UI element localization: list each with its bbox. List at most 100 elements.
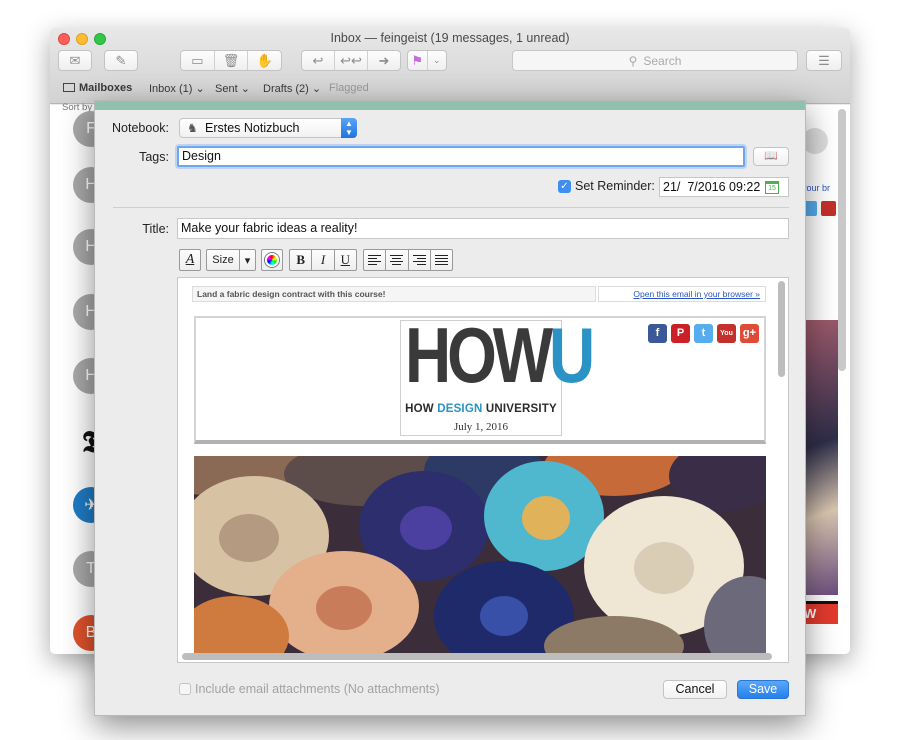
chevron-down-icon: ⌄ bbox=[195, 83, 205, 95]
compose-button[interactable]: ✎ bbox=[104, 50, 138, 71]
favorite-flagged[interactable]: Flagged bbox=[329, 82, 369, 94]
alignment-group bbox=[363, 249, 453, 271]
search-icon: ⚲ bbox=[628, 53, 638, 68]
font-icon: A bbox=[185, 252, 195, 267]
favorite-inbox-label: Inbox (1) bbox=[149, 83, 193, 95]
pinterest-icon[interactable]: P bbox=[671, 324, 690, 343]
editor-horizontal-scrollbar[interactable] bbox=[182, 653, 772, 660]
note-content-area[interactable]: Land a fabric design contract with this … bbox=[177, 277, 789, 663]
window-title: Inbox — feingeist (19 messages, 1 unread… bbox=[330, 31, 570, 45]
get-mail-button[interactable]: ✉ bbox=[58, 50, 92, 71]
bold-button[interactable]: B bbox=[290, 250, 311, 270]
view-options-button[interactable]: ☰ bbox=[806, 50, 842, 71]
align-center-icon bbox=[390, 255, 404, 265]
tags-label: Tags: bbox=[139, 150, 169, 164]
tags-input[interactable]: Design bbox=[177, 146, 745, 167]
fabric-thumbnail bbox=[802, 320, 838, 595]
logo-subtitle: HOW DESIGN UNIVERSITY bbox=[401, 403, 561, 415]
favorite-sent-label: Sent bbox=[215, 83, 238, 95]
tag-browser-button[interactable]: 📖 bbox=[753, 147, 789, 166]
notebook-select[interactable]: ♞ Erstes Notizbuch ▲ ▼ bbox=[179, 118, 357, 138]
popup-stepper-icon: ▲ ▼ bbox=[341, 118, 357, 138]
include-attachments-checkbox[interactable] bbox=[179, 683, 191, 695]
youtube-icon bbox=[821, 201, 837, 216]
junk-button[interactable]: ✋ bbox=[247, 51, 281, 70]
color-wheel-icon bbox=[265, 253, 279, 267]
forward-icon: ➜ bbox=[378, 52, 390, 68]
favorite-drafts[interactable]: Drafts (2) ⌄ bbox=[263, 82, 321, 95]
logo-sub-how: HOW bbox=[405, 403, 438, 415]
search-field[interactable]: ⚲ Search bbox=[512, 50, 798, 71]
reply-all-icon: ↩↩ bbox=[340, 52, 362, 68]
font-size-label: Size bbox=[212, 254, 234, 266]
underline-button[interactable]: U bbox=[333, 250, 356, 270]
chevron-down-icon: ⌄ bbox=[311, 83, 322, 95]
cancel-button[interactable]: Cancel bbox=[663, 680, 727, 699]
reply-icon: ↩ bbox=[312, 52, 324, 68]
text-style-group: B I U bbox=[289, 249, 357, 271]
book-icon: 📖 bbox=[764, 150, 778, 162]
title-input[interactable]: Make your fabric ideas a reality! bbox=[177, 218, 789, 239]
align-left-button[interactable] bbox=[364, 250, 385, 270]
google-plus-icon[interactable]: g+ bbox=[740, 324, 759, 343]
message-list-scrollbar[interactable] bbox=[838, 109, 846, 371]
mailboxes-label: Mailboxes bbox=[79, 82, 133, 94]
list-icon: ☰ bbox=[818, 52, 830, 68]
logo-sub-university: UNIVERSITY bbox=[482, 403, 557, 415]
chevron-down-icon: ⌄ bbox=[426, 51, 447, 70]
italic-button[interactable]: I bbox=[311, 250, 333, 270]
toolbar: Inbox — feingeist (19 messages, 1 unread… bbox=[50, 28, 850, 104]
evernote-elephant-icon: ♞ bbox=[187, 121, 198, 135]
favorite-sent[interactable]: Sent ⌄ bbox=[215, 82, 250, 95]
align-right-button[interactable] bbox=[407, 250, 430, 270]
envelope-icon: ✉ bbox=[69, 52, 81, 68]
snippet-link: your br bbox=[802, 183, 831, 193]
text-color-button[interactable] bbox=[261, 249, 283, 271]
align-right-icon bbox=[412, 255, 426, 265]
reply-all-button[interactable]: ↩↩ bbox=[334, 51, 367, 70]
twitter-icon[interactable]: t bbox=[694, 324, 713, 343]
favorite-inbox[interactable]: Inbox (1) ⌄ bbox=[149, 82, 205, 95]
twitter-youtube-icons bbox=[802, 201, 837, 221]
align-center-button[interactable] bbox=[385, 250, 407, 270]
trash-icon: 🗑 bbox=[222, 52, 240, 68]
notebook-value: Erstes Notizbuch bbox=[205, 121, 300, 135]
howu-logo: HOWU HOW DESIGN UNIVERSITY July 1, 2016 bbox=[400, 315, 595, 436]
title-label: Title: bbox=[142, 222, 169, 236]
email-preheader: Land a fabric design contract with this … bbox=[192, 286, 596, 302]
sheet-accent-bar bbox=[95, 101, 805, 110]
forward-button[interactable]: ➜ bbox=[367, 51, 400, 70]
promo-banner: W bbox=[802, 601, 838, 627]
chevron-down-icon: ⌄ bbox=[240, 83, 250, 95]
promo-banner-text: W bbox=[802, 604, 838, 624]
flag-button[interactable]: ⚑ ⌄ bbox=[407, 50, 447, 71]
delete-button[interactable]: 🗑 bbox=[213, 51, 248, 70]
save-button[interactable]: Save bbox=[737, 680, 789, 699]
mailboxes-button[interactable]: Mailboxes bbox=[63, 82, 132, 94]
favorites-bar: Mailboxes Inbox (1) ⌄ Sent ⌄ Drafts (2) … bbox=[50, 78, 850, 100]
font-button[interactable]: A bbox=[179, 249, 201, 271]
archive-button[interactable]: ▭ bbox=[181, 51, 214, 70]
sidebar-icon bbox=[63, 83, 75, 92]
logo-wordmark: HOWU bbox=[405, 315, 595, 395]
open-in-browser-link[interactable]: Open this email in your browser » bbox=[598, 286, 766, 302]
logo-how-text: HOW bbox=[405, 311, 553, 399]
notebook-label: Notebook: bbox=[112, 121, 169, 135]
calendar-icon[interactable]: 15 bbox=[765, 181, 779, 194]
archive-delete-junk-group: ▭ 🗑 ✋ bbox=[180, 50, 282, 71]
divider bbox=[113, 207, 789, 208]
facebook-icon[interactable]: f bbox=[648, 324, 667, 343]
thumbs-down-icon: ✋ bbox=[256, 52, 273, 68]
email-date: July 1, 2016 bbox=[453, 421, 509, 433]
archive-icon: ▭ bbox=[191, 52, 204, 68]
font-size-select[interactable]: Size ▾ bbox=[206, 249, 256, 271]
set-reminder-checkbox[interactable]: ✓ bbox=[558, 180, 571, 193]
favorite-drafts-label: Drafts (2) bbox=[263, 83, 309, 95]
logo-sub-design: DESIGN bbox=[437, 403, 483, 415]
reply-button[interactable]: ↩ bbox=[302, 51, 334, 70]
align-left-icon bbox=[368, 255, 382, 265]
align-justify-button[interactable] bbox=[429, 250, 452, 270]
youtube-icon[interactable]: You bbox=[717, 324, 736, 343]
editor-vertical-scrollbar[interactable] bbox=[778, 281, 785, 377]
email-header: HOWU HOW DESIGN UNIVERSITY July 1, 2016 … bbox=[194, 315, 766, 444]
